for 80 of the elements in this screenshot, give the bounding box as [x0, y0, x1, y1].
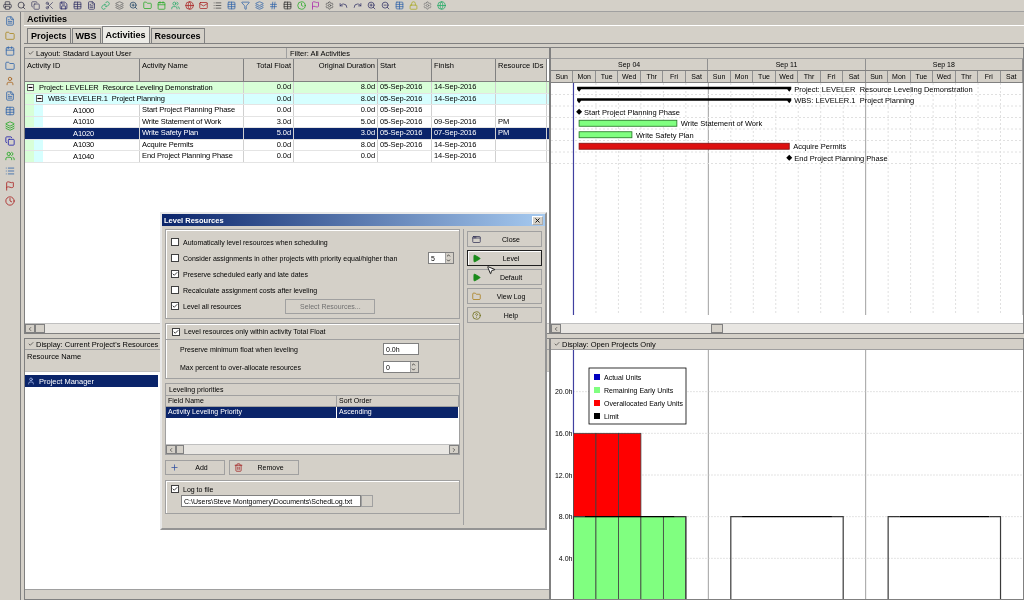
check-icon[interactable] [28, 50, 34, 56]
tab[interactable]: WBS [71, 28, 101, 43]
check-icon[interactable] [28, 341, 34, 347]
lock-icon[interactable] [409, 1, 418, 10]
milestone-icon [786, 154, 793, 161]
flag-icon[interactable] [5, 181, 15, 191]
layers-icon[interactable] [115, 1, 124, 10]
check-icon [172, 485, 178, 493]
mail-icon[interactable] [199, 1, 208, 10]
undo-icon[interactable] [339, 1, 348, 10]
redo-icon[interactable] [353, 1, 362, 10]
document-icon[interactable] [5, 16, 15, 26]
tab[interactable]: Projects [27, 28, 71, 43]
task-bar[interactable] [578, 119, 678, 127]
check-icon [172, 302, 178, 310]
calendar-icon[interactable] [5, 46, 15, 56]
check-icon[interactable] [554, 341, 560, 347]
folder-icon[interactable] [143, 1, 152, 10]
calendar-icon[interactable] [157, 1, 166, 10]
scroll-thumb[interactable] [711, 324, 723, 333]
document-icon[interactable] [87, 1, 96, 10]
settings-icon[interactable] [325, 1, 334, 10]
link-icon[interactable] [101, 1, 110, 10]
zoom-out-icon[interactable] [381, 1, 390, 10]
layers-icon[interactable] [5, 121, 15, 131]
window-title: Activities [24, 12, 1024, 26]
folder-icon [472, 291, 481, 301]
users-icon[interactable] [5, 151, 15, 161]
milestone-icon [576, 108, 583, 115]
zoom-in-icon[interactable] [129, 1, 138, 10]
filter-icon[interactable] [241, 1, 250, 10]
scroll-thumb[interactable] [176, 445, 184, 454]
tab[interactable]: Resources [150, 28, 205, 43]
spinner-icon[interactable] [410, 362, 418, 372]
globe-icon[interactable] [437, 1, 446, 10]
table-icon[interactable] [5, 106, 15, 116]
printer-icon[interactable] [3, 1, 12, 10]
zoom-in-icon[interactable] [367, 1, 376, 10]
list-icon[interactable] [213, 1, 222, 10]
plus-icon [170, 463, 179, 472]
table-icon[interactable] [227, 1, 236, 10]
task-bar[interactable] [578, 131, 633, 139]
browse-button[interactable] [361, 495, 373, 507]
copy-icon[interactable] [5, 136, 15, 146]
help-icon [472, 310, 481, 320]
copy-icon[interactable] [31, 1, 40, 10]
document-icon[interactable] [5, 91, 15, 101]
folder-icon[interactable] [5, 31, 15, 41]
check-icon [172, 270, 178, 278]
window-icon [472, 234, 481, 244]
check-icon [173, 327, 179, 336]
hash-icon[interactable] [269, 1, 278, 10]
table-icon[interactable] [73, 1, 82, 10]
person-icon [27, 377, 35, 385]
folder-icon[interactable] [5, 61, 15, 71]
users-icon[interactable] [171, 1, 180, 10]
save-icon[interactable] [59, 1, 68, 10]
collapse-icon[interactable] [36, 95, 43, 103]
clock-icon[interactable] [297, 1, 306, 10]
scrollbar[interactable] [551, 323, 1023, 333]
tab[interactable]: Activities [101, 26, 150, 43]
globe-icon[interactable] [185, 1, 194, 10]
scrollbar[interactable] [166, 444, 459, 454]
scroll-thumb[interactable] [35, 324, 45, 333]
close-button[interactable] [532, 215, 543, 225]
critical-bar[interactable] [578, 142, 790, 150]
user-icon[interactable] [5, 76, 15, 86]
layers-icon[interactable] [255, 1, 264, 10]
list-icon[interactable] [5, 166, 15, 176]
search-icon[interactable] [17, 1, 26, 10]
clock-icon[interactable] [5, 196, 15, 206]
settings-icon[interactable] [423, 1, 432, 10]
scissors-icon[interactable] [45, 1, 54, 10]
table-icon[interactable] [283, 1, 292, 10]
trash-icon [234, 463, 243, 472]
collapse-icon[interactable] [27, 83, 34, 91]
cursor-icon [486, 265, 496, 275]
table-icon[interactable] [395, 1, 404, 10]
spinner-icon[interactable] [445, 253, 453, 263]
flag-icon[interactable] [311, 1, 320, 10]
